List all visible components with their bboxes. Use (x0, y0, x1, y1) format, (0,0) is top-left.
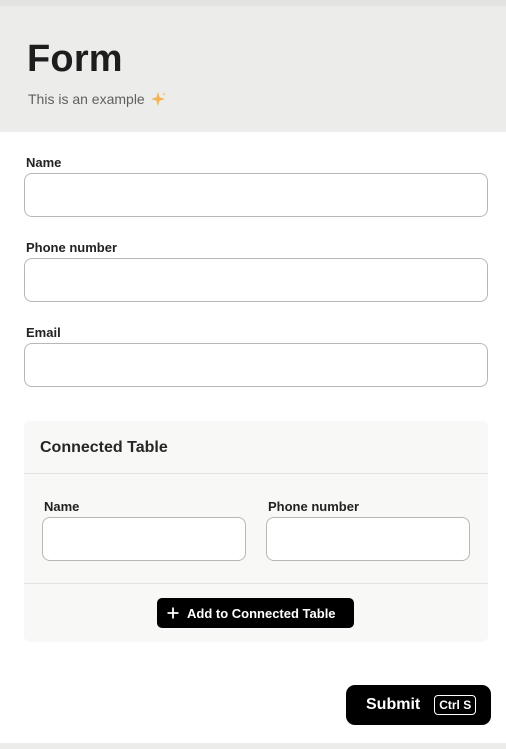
sparkles-icon (149, 91, 167, 107)
add-to-connected-table-button[interactable]: Add to Connected Table (157, 598, 354, 628)
subtitle-text: This is an example (28, 91, 145, 107)
table-name-input[interactable] (42, 517, 246, 561)
card-divider-top (24, 473, 488, 474)
email-input[interactable] (24, 343, 488, 387)
phone-number-label: Phone number (26, 240, 118, 255)
connected-table-title: Connected Table (40, 439, 168, 456)
phone-number-input[interactable] (24, 258, 488, 302)
name-input[interactable] (24, 173, 488, 217)
email-label: Email (26, 325, 61, 340)
plus-icon (167, 607, 179, 619)
table-name-label: Name (44, 499, 80, 514)
submit-label: Submit (366, 696, 421, 713)
page-subtitle: This is an example (28, 90, 167, 108)
card-divider-bottom (24, 583, 488, 584)
connected-table-card: Connected Table Name Phone number Add to… (24, 421, 488, 642)
form-header: Form This is an example (0, 6, 506, 132)
table-phone-number-label: Phone number (268, 499, 360, 514)
add-button-label: Add to Connected Table (187, 605, 336, 621)
table-phone-number-input[interactable] (266, 517, 470, 561)
submit-button[interactable]: Submit Ctrl S (346, 685, 491, 725)
bottom-edge (0, 743, 506, 749)
name-label: Name (26, 155, 62, 170)
keyboard-shortcut-badge: Ctrl S (434, 695, 477, 715)
page-title: Form (27, 38, 123, 80)
